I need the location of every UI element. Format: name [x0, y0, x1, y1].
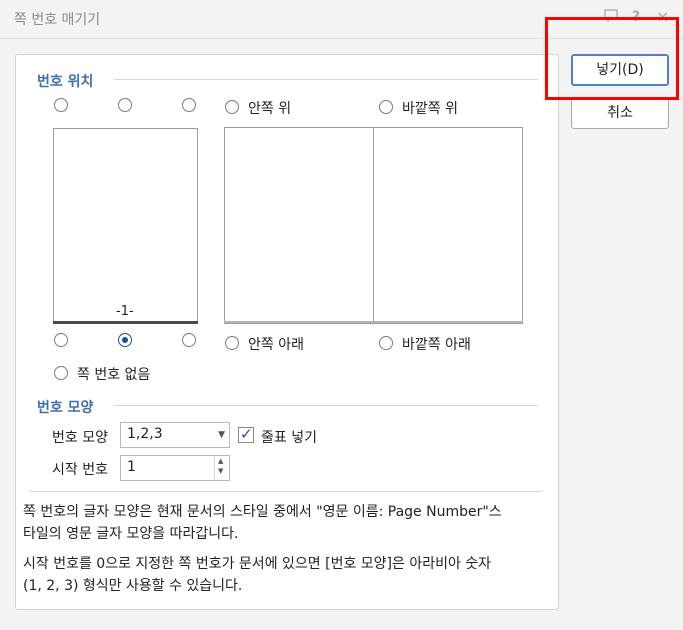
description-divider [29, 491, 542, 492]
inner-top-label: 안쪽 위 [248, 101, 292, 117]
no-page-number-label: 쪽 번호 없음 [77, 367, 151, 383]
position-section-title: 번호 위치 [37, 74, 94, 90]
description-paragraph-1: 쪽 번호의 글자 모양은 현재 문서의 스타일 중에서 "영문 이름: Page… [23, 501, 553, 545]
format-section-title: 번호 모양 [37, 400, 94, 416]
radio-outer-bottom[interactable] [379, 336, 393, 350]
number-format-value: 1,2,3 [127, 426, 163, 442]
description-line-1: 쪽 번호의 글자 모양은 현재 문서의 스타일 중에서 "영문 이름: Page… [23, 504, 502, 520]
chevron-down-icon: ▼ [218, 430, 225, 440]
radio-outer-top[interactable] [379, 100, 393, 114]
spin-down-icon[interactable]: ▼ [218, 467, 223, 475]
radio-inner-top[interactable] [225, 100, 239, 114]
preview-page-number: -1- [116, 304, 134, 319]
radio-top-left[interactable] [54, 98, 68, 112]
dialog-title: 쪽 번호 매기기 [14, 12, 101, 28]
position-section-divider [114, 79, 538, 80]
left-facing-page-preview [224, 127, 374, 324]
inner-bottom-label: 안쪽 아래 [248, 337, 304, 353]
start-number-spinner[interactable]: 1 ▲ ▼ [120, 455, 230, 481]
spin-up-icon[interactable]: ▲ [218, 457, 223, 465]
start-number-value: 1 [127, 459, 136, 475]
outer-top-label: 바깥쪽 위 [402, 101, 458, 117]
radio-bottom-right[interactable] [182, 333, 196, 347]
radio-top-center[interactable] [118, 98, 132, 112]
radio-bottom-center[interactable] [118, 333, 132, 347]
description-line-4: (1, 2, 3) 형식만 사용할 수 있습니다. [23, 578, 243, 594]
checkmark-icon: ✓ [240, 425, 253, 443]
start-number-label: 시작 번호 [52, 462, 108, 478]
hyphen-checkbox[interactable]: ✓ [238, 425, 254, 443]
highlight-box [545, 17, 679, 100]
number-format-select[interactable]: 1,2,3 ▼ [120, 422, 230, 448]
hyphen-label: 줄표 넣기 [261, 430, 317, 446]
preview-page-bottom [53, 321, 198, 324]
number-format-label: 번호 모양 [52, 430, 108, 446]
facing-pages-bottom [224, 321, 523, 323]
cancel-button[interactable]: 취소 [571, 97, 669, 129]
radio-top-right[interactable] [182, 98, 196, 112]
description-paragraph-2: 시작 번호를 0으로 지정한 쪽 번호가 문서에 있으면 [번호 모양]은 아라… [23, 553, 553, 597]
settings-panel: 번호 위치 -1- 쪽 번호 없음 안쪽 위 바깥쪽 위 안쪽 아래 바깥쪽 아… [15, 54, 559, 610]
description-line-2: 타일의 영문 글자 모양을 따라갑니다. [23, 526, 239, 542]
single-page-preview [53, 128, 198, 324]
radio-no-page-number[interactable] [54, 366, 68, 380]
outer-bottom-label: 바깥쪽 아래 [402, 337, 471, 353]
description-line-3: 시작 번호를 0으로 지정한 쪽 번호가 문서에 있으면 [번호 모양]은 아라… [23, 556, 492, 572]
right-facing-page-preview [373, 127, 523, 324]
spinner-buttons[interactable]: ▲ ▼ [214, 456, 229, 480]
radio-bottom-left[interactable] [54, 333, 68, 347]
format-section-divider [114, 405, 538, 406]
radio-inner-bottom[interactable] [225, 336, 239, 350]
